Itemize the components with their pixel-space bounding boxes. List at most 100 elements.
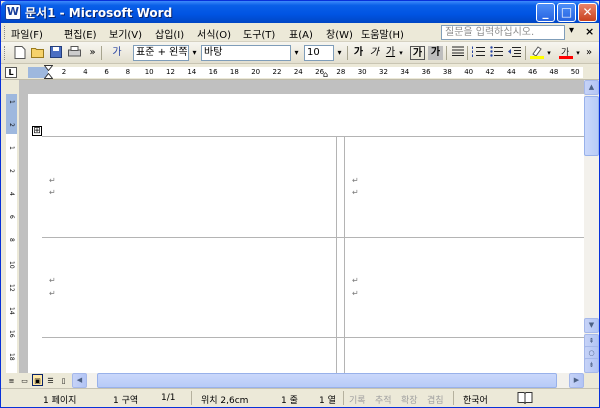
status-track-changes[interactable]: 추적 [375,393,392,406]
horizontal-scroll-thumb[interactable] [97,373,557,388]
paragraph-mark[interactable]: ↵ [352,276,359,285]
status-extend[interactable]: 확장 [401,393,418,406]
size-dropdown-icon[interactable]: ▾ [334,45,345,61]
styles-pane-icon[interactable]: 가 [106,46,128,60]
bold-button[interactable]: 가 [351,46,366,60]
window-title: 문서1 - Microsoft Word [25,6,173,20]
paragraph-mark[interactable]: ↵ [352,188,359,197]
outline-view-icon[interactable]: ☰ [45,374,56,386]
paragraph-mark[interactable]: ↵ [49,188,56,197]
scroll-right-button[interactable]: ▶ [569,373,584,388]
ruler-number: 8 [125,68,131,76]
close-document-icon[interactable]: × [585,25,594,38]
new-document-icon[interactable] [12,46,27,60]
next-page-button[interactable]: ⇟ [584,358,599,373]
indent-marker[interactable] [44,65,53,79]
horizontal-scrollbar[interactable]: ◀ ▶ [72,373,584,388]
menu-tools[interactable]: 도구(T) [243,26,275,41]
justify-align-icon[interactable] [450,46,465,60]
ruler-number: 50 [570,68,580,76]
menu-format[interactable]: 서식(O) [197,26,231,41]
maximize-button[interactable]: □ [557,3,576,22]
scroll-up-button[interactable]: ▲ [584,80,599,95]
paragraph-mark[interactable]: ↵ [49,176,56,185]
table-move-handle-icon[interactable]: ⊞ [32,126,42,136]
ask-dropdown-icon[interactable]: ▾ [569,25,574,36]
print-icon[interactable] [67,46,82,60]
menu-grip[interactable] [4,26,7,39]
style-combo[interactable]: 표준 + 왼쪽 [133,45,189,61]
reading-layout-view-icon[interactable]: ▯ [58,374,69,386]
menu-table[interactable]: 표(A) [289,26,313,41]
size-combo[interactable]: 10 [304,45,334,61]
word-app-icon[interactable]: W [5,4,21,20]
spelling-status-icon[interactable] [517,391,533,407]
vruler-number: 2 [8,123,15,127]
ruler-track [28,67,583,78]
italic-button[interactable]: 가 [367,46,382,60]
ruler-number: 4 [83,68,88,76]
table-border-row [42,337,584,338]
minimize-button[interactable]: _ [536,3,555,22]
toolbar: » 가 표준 + 왼쪽 ▾ 바탕 ▾ 10 ▾ 가 가 가 ▾ 가 가 ▾ 가 … [1,42,599,64]
char-border-button[interactable]: 가 [410,46,425,60]
highlight-dropdown-icon[interactable]: ▾ [545,46,553,60]
font-color-dropdown-icon[interactable]: ▾ [574,46,582,60]
word-window: W 문서1 - Microsoft Word _ □ ✕ 파일(F) 편집(E)… [0,0,600,408]
ask-question-box[interactable]: 질문을 입력하십시오. [441,25,565,40]
menu-insert[interactable]: 삽입(I) [155,26,184,41]
style-dropdown-icon[interactable]: ▾ [189,45,200,61]
menu-window[interactable]: 창(W) [326,26,353,41]
vruler-number: 2 [8,169,15,173]
scroll-left-button[interactable]: ◀ [72,373,87,388]
font-color-icon[interactable]: 가 [558,46,573,60]
menu-help[interactable]: 도움말(H) [361,26,404,41]
normal-view-icon[interactable]: ≡ [6,374,17,386]
ruler-number: 16 [208,68,218,76]
menu-view[interactable]: 보기(V) [109,26,142,41]
print-layout-view-icon[interactable]: ▣ [32,374,43,386]
toolbar-grip[interactable] [4,46,7,60]
vertical-scrollbar[interactable]: ▲ ▼ ⇞ ○ ⇟ [584,80,599,373]
web-layout-view-icon[interactable]: ▭ [19,374,30,386]
menu-file[interactable]: 파일(F) [11,26,43,41]
vruler-number: 4 [8,192,15,196]
paragraph-mark[interactable]: ↵ [49,289,56,298]
font-combo[interactable]: 바탕 [201,45,291,61]
char-shading-button[interactable]: 가 [428,46,443,60]
vertical-ruler[interactable]: 1 2 1 2 4 6 8 10 12 14 16 18 [1,80,19,373]
ruler-number: 44 [506,68,516,76]
vertical-scroll-thumb[interactable] [584,96,599,156]
save-icon[interactable] [48,46,63,60]
close-button[interactable]: ✕ [578,3,597,22]
decrease-indent-icon[interactable] [507,46,522,60]
document-area[interactable] [19,80,584,373]
status-record-macro[interactable]: 기록 [349,393,366,406]
ruler-number: 24 [293,68,303,76]
tab-selector[interactable]: L [5,67,17,78]
horizontal-ruler[interactable]: L ⌂ 2 4 6 8 10 12 14 16 18 20 22 24 26 28 30 32 34 36 38 40… [1,64,599,80]
status-overtype[interactable]: 겹침 [427,393,444,406]
paragraph-mark[interactable]: ↵ [352,176,359,185]
bullets-icon[interactable] [489,46,504,60]
status-language[interactable]: 한국어 [463,393,488,406]
paragraph-mark[interactable]: ↵ [49,276,56,285]
toolbar-options-icon[interactable]: » [85,46,100,60]
vruler-number: 1 [8,100,15,104]
highlight-icon[interactable] [529,46,544,60]
paragraph-mark[interactable]: ↵ [352,289,359,298]
menu-edit[interactable]: 편집(E) [64,26,97,41]
underline-dropdown-icon[interactable]: ▾ [397,46,405,60]
numbering-icon[interactable] [471,46,486,60]
toolbar-overflow-icon[interactable]: » [584,46,594,60]
title-bar[interactable]: W 문서1 - Microsoft Word _ □ ✕ [1,1,599,23]
underline-button[interactable]: 가 [383,46,398,60]
ruler-number: 48 [549,68,559,76]
table-column-divider [344,136,345,373]
status-line: 1 줄 [281,396,298,406]
scroll-down-button[interactable]: ▼ [584,318,599,333]
table-border-top [42,136,584,137]
font-dropdown-icon[interactable]: ▾ [291,45,302,61]
open-folder-icon[interactable] [30,46,45,60]
vruler-number: 16 [8,330,15,338]
